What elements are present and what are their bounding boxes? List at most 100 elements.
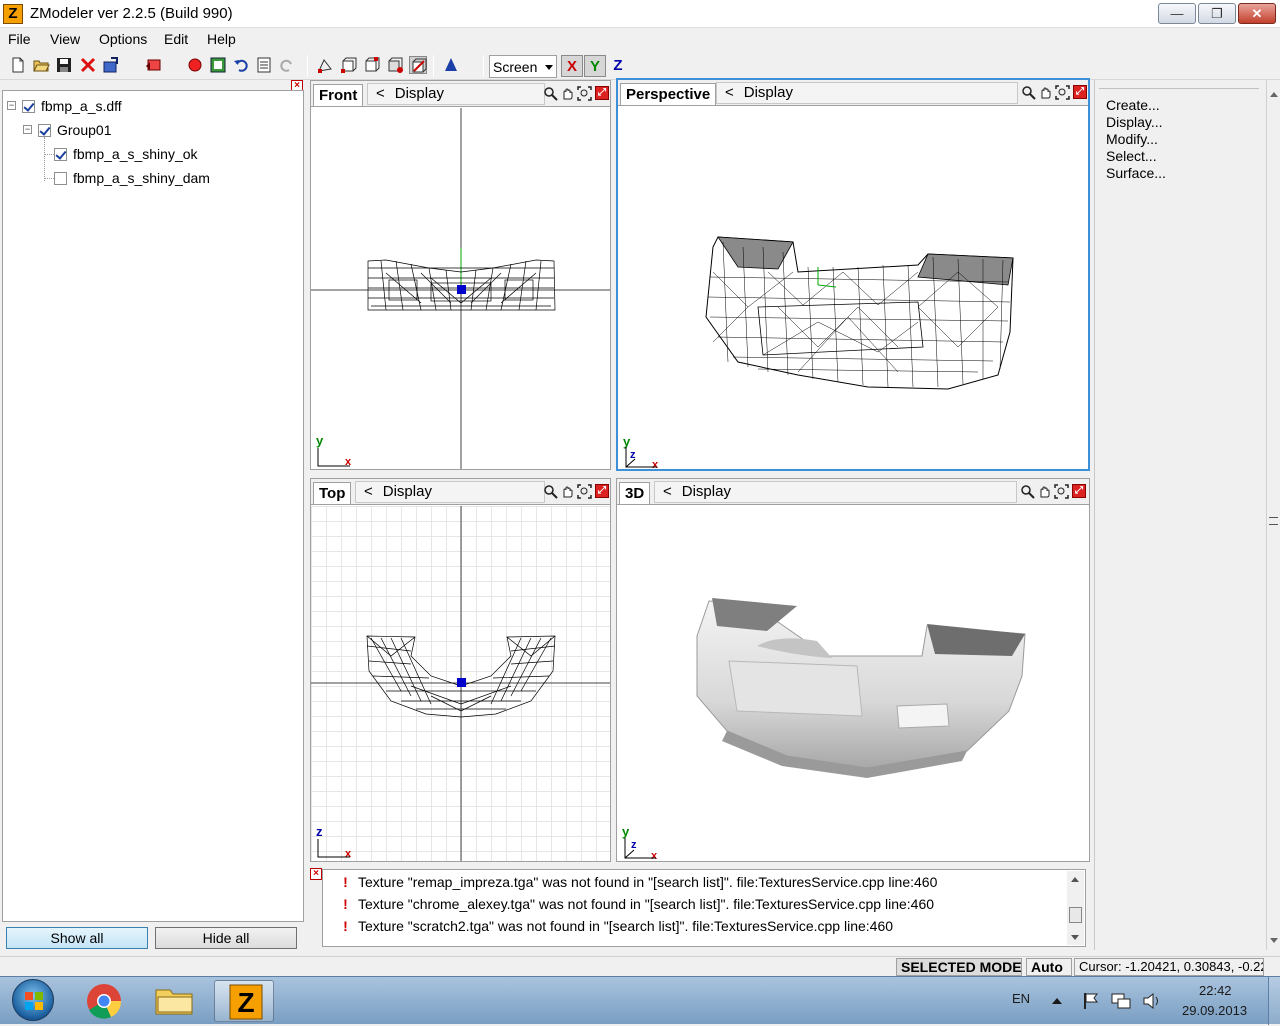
viewport-name-tab[interactable]: Front	[313, 84, 364, 106]
hide-all-button[interactable]: Hide all	[155, 927, 297, 949]
modify-menu[interactable]: Modify...	[1106, 131, 1158, 147]
auto-status[interactable]: Auto	[1026, 958, 1072, 976]
axis-z-toggle[interactable]: Z	[607, 55, 629, 77]
chevron-left-icon: <	[376, 85, 385, 102]
zoom-extents-icon[interactable]	[577, 484, 592, 499]
display-menu[interactable]: < Display	[654, 481, 1017, 503]
viewport-canvas[interactable]: y z x	[617, 506, 1089, 861]
checkbox-icon[interactable]	[38, 124, 51, 137]
create-menu[interactable]: Create...	[1106, 97, 1160, 113]
open-file-icon[interactable]	[32, 56, 50, 74]
viewport-maximize-icon[interactable]: ⤢	[595, 86, 609, 100]
axis-y-toggle[interactable]: Y	[584, 55, 606, 77]
volume-icon[interactable]	[1142, 991, 1164, 1014]
select-box-icon[interactable]	[386, 56, 404, 74]
viewport-name-tab[interactable]: Perspective	[620, 83, 717, 105]
viewport-canvas[interactable]: y z x	[618, 107, 1088, 469]
action-center-flag-icon[interactable]	[1082, 991, 1100, 1014]
viewport-name-tab[interactable]: Top	[313, 482, 352, 504]
viewport-maximize-icon[interactable]: ⤢	[1073, 85, 1087, 99]
display-menu[interactable]: < Display	[716, 82, 1018, 104]
save-icon[interactable]	[55, 56, 73, 74]
menu-edit[interactable]: Edit	[164, 31, 188, 47]
pivot-icon[interactable]	[442, 56, 460, 74]
select-menu[interactable]: Select...	[1106, 148, 1157, 164]
select-object-icon[interactable]	[363, 56, 381, 74]
app-icon[interactable]: Z	[3, 4, 23, 24]
clock-time[interactable]: 22:42	[1199, 983, 1232, 998]
viewport-name-tab[interactable]: 3D	[619, 482, 651, 504]
right-panel-scrollbar[interactable]	[1266, 80, 1280, 950]
zoom-icon[interactable]	[1020, 484, 1035, 499]
menu-options[interactable]: Options	[99, 31, 147, 47]
properties-icon[interactable]	[255, 56, 273, 74]
tree-item-shiny-dam[interactable]: fbmp_a_s_shiny_dam	[54, 170, 210, 192]
viewport-canvas[interactable]: z x	[311, 506, 610, 861]
language-indicator[interactable]: EN	[1012, 991, 1030, 1006]
selection-mode-status[interactable]: SELECTED MODE	[896, 958, 1022, 976]
chrome-taskbar-button[interactable]	[74, 980, 134, 1022]
delete-icon[interactable]	[79, 56, 97, 74]
start-orb-icon[interactable]	[12, 979, 54, 1021]
axis-x-toggle[interactable]: X	[561, 55, 583, 77]
display-menu[interactable]: < Display	[355, 481, 545, 503]
tray-expand-icon[interactable]	[1052, 998, 1062, 1004]
log-close-icon[interactable]: ×	[310, 868, 322, 880]
scroll-thumb	[1069, 907, 1082, 923]
zoom-extents-icon[interactable]	[577, 86, 592, 101]
viewport-top[interactable]: Top < Display ⤢ z x	[310, 478, 611, 862]
network-icon[interactable]	[1110, 991, 1132, 1014]
undo-icon[interactable]	[232, 56, 250, 74]
zoom-icon[interactable]	[1021, 85, 1036, 100]
viewport-maximize-icon[interactable]: ⤢	[595, 484, 609, 498]
close-button[interactable]: ✕	[1238, 3, 1276, 24]
display-menu[interactable]: < Display	[367, 83, 545, 105]
select-face-icon[interactable]	[340, 56, 358, 74]
export-icon[interactable]	[144, 56, 162, 74]
show-desktop-button[interactable]	[1268, 977, 1280, 1025]
collapse-icon[interactable]: −	[23, 125, 32, 134]
viewport-perspective[interactable]: Perspective < Display ⤢ y z x	[616, 78, 1090, 471]
minimize-button[interactable]: —	[1158, 3, 1196, 24]
redo-icon[interactable]	[278, 56, 296, 74]
render-icon[interactable]	[209, 56, 227, 74]
zoom-extents-icon[interactable]	[1055, 85, 1070, 100]
checkbox-icon[interactable]	[54, 148, 67, 161]
new-file-icon[interactable]	[9, 56, 27, 74]
clock-date[interactable]: 29.09.2013	[1182, 1003, 1247, 1018]
viewport-front[interactable]: Front < Display ⤢ y x	[310, 80, 611, 470]
select-all-icon[interactable]	[409, 56, 427, 74]
log-message: Texture "chrome_alexey.tga" was not foun…	[358, 896, 935, 912]
pan-icon[interactable]	[560, 484, 575, 499]
select-vertex-icon[interactable]	[316, 56, 334, 74]
tree-item-label: fbmp_a_s_shiny_dam	[73, 170, 210, 186]
coordinate-space-select[interactable]: Screen	[489, 55, 557, 78]
zoom-icon[interactable]	[543, 86, 558, 101]
tree-item-group[interactable]: Group01	[38, 122, 111, 144]
tree-item-root[interactable]: fbmp_a_s.dff	[22, 98, 122, 120]
explorer-taskbar-button[interactable]	[144, 980, 204, 1022]
import-icon[interactable]	[102, 56, 120, 74]
zoom-extents-icon[interactable]	[1054, 484, 1069, 499]
zoom-icon[interactable]	[543, 484, 558, 499]
viewport-3d[interactable]: 3D < Display ⤢ y z x	[616, 478, 1090, 862]
checkbox-icon[interactable]	[54, 172, 67, 185]
collapse-icon[interactable]: −	[7, 101, 16, 110]
display-command-menu[interactable]: Display...	[1106, 114, 1163, 130]
pan-icon[interactable]	[1038, 85, 1053, 100]
pan-icon[interactable]	[1037, 484, 1052, 499]
menu-help[interactable]: Help	[207, 31, 236, 47]
pan-icon[interactable]	[560, 86, 575, 101]
viewport-canvas[interactable]: y x	[311, 108, 610, 469]
checkbox-icon[interactable]	[22, 100, 35, 113]
menu-view[interactable]: View	[50, 31, 80, 47]
show-all-button[interactable]: Show all	[6, 927, 148, 949]
menu-file[interactable]: File	[8, 31, 31, 47]
record-icon[interactable]	[186, 56, 204, 74]
zmodeler-taskbar-button[interactable]: Z	[214, 980, 274, 1022]
restore-button[interactable]: ❐	[1198, 3, 1236, 24]
log-scrollbar[interactable]	[1067, 871, 1084, 945]
tree-item-shiny-ok[interactable]: fbmp_a_s_shiny_ok	[54, 146, 198, 168]
viewport-maximize-icon[interactable]: ⤢	[1072, 484, 1086, 498]
surface-menu[interactable]: Surface...	[1106, 165, 1166, 181]
